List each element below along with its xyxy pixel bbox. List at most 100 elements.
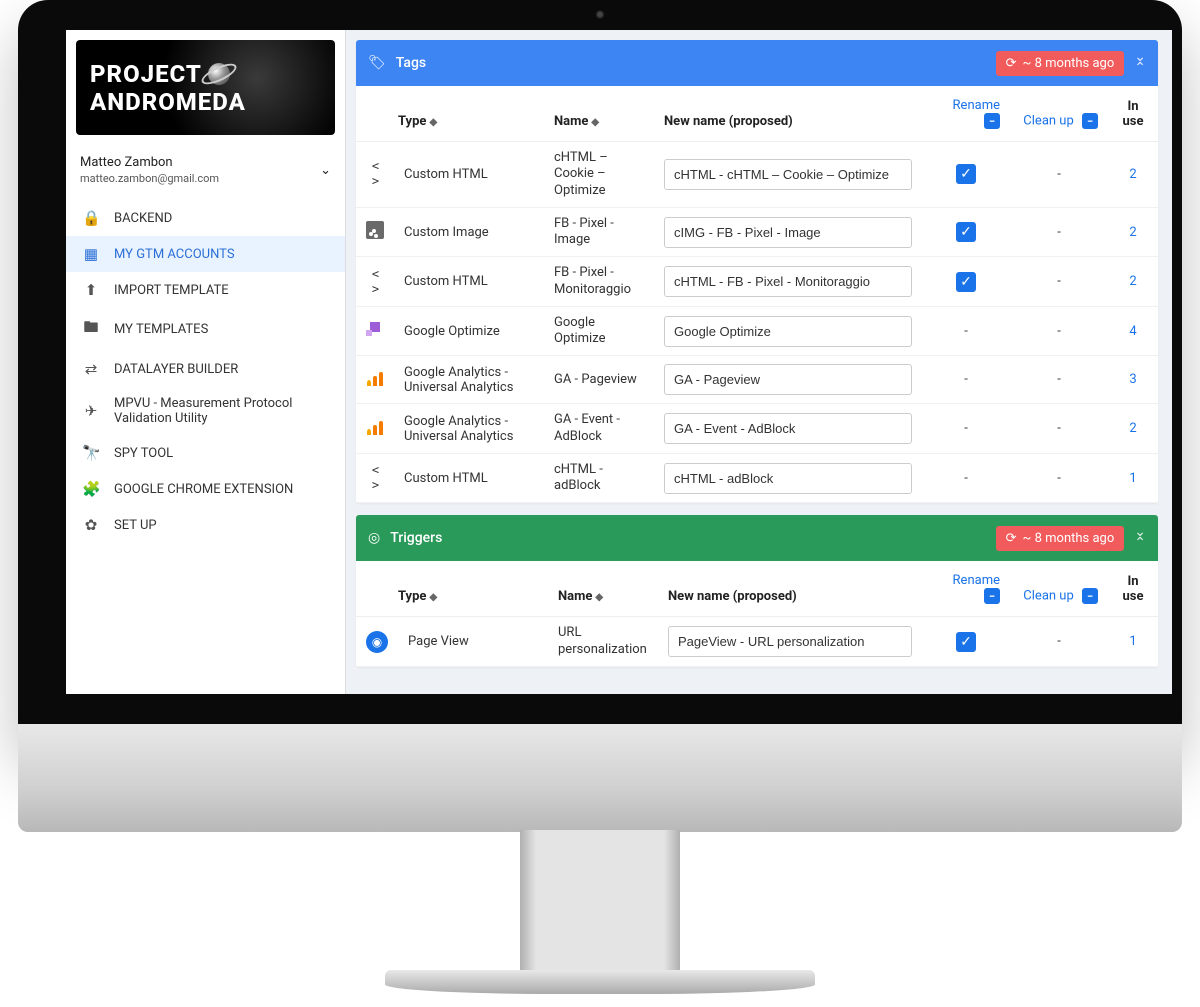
th-rename[interactable]: Rename − <box>922 86 1010 142</box>
th-name[interactable]: Name◆ <box>544 86 654 142</box>
row-inuse: 2 <box>1108 404 1158 454</box>
gear-icon: ✿ <box>82 516 100 534</box>
th-cleanup[interactable]: Clean up − <box>1010 561 1108 617</box>
monitor-frame: PROJECT ANDROMEDA Matteo Zambon matteo.z… <box>0 0 1200 1007</box>
row-icon-cell <box>356 257 394 307</box>
sidebar-item-label: BACKEND <box>114 211 329 226</box>
row-newname-cell <box>654 257 922 307</box>
tag-icon: 🏷 <box>368 55 386 71</box>
row-icon-cell <box>356 453 394 503</box>
sidebar-item-folder[interactable]: 🖿MY TEMPLATES <box>66 308 345 351</box>
newname-input[interactable] <box>664 266 912 297</box>
sidebar-item-grid[interactable]: ▦MY GTM ACCOUNTS <box>66 236 345 272</box>
sidebar-item-binoculars[interactable]: 🔭SPY TOOL <box>66 435 345 471</box>
newname-input[interactable] <box>664 463 912 494</box>
newname-input[interactable] <box>664 364 912 395</box>
row-cleanup: - <box>1010 207 1108 257</box>
row-type: Google Analytics - Universal Analytics <box>394 404 544 454</box>
row-icon-cell: ◉ <box>356 617 398 667</box>
th-name[interactable]: Name◆ <box>548 561 658 617</box>
cleanup-all-checkbox[interactable]: − <box>1082 588 1098 604</box>
row-name: URL personalization <box>548 617 658 667</box>
refresh-icon: ⟳ <box>1006 56 1017 71</box>
row-type: Google Analytics - Universal Analytics <box>394 356 544 404</box>
th-newname: New name (proposed) <box>654 86 922 142</box>
lock-icon: 🔒 <box>82 209 100 227</box>
row-newname-cell <box>654 142 922 208</box>
tags-table: Type◆ Name◆ New name (proposed) <box>356 86 1158 503</box>
row-icon-cell <box>356 356 394 404</box>
inuse-link[interactable]: 1 <box>1129 471 1136 486</box>
row-rename[interactable]: - <box>922 306 1010 356</box>
inuse-link[interactable]: 4 <box>1129 324 1136 339</box>
sidebar-item-label: IMPORT TEMPLATE <box>114 283 329 298</box>
sidebar-item-lock[interactable]: 🔒 BACKEND <box>66 200 345 236</box>
row-inuse: 4 <box>1108 306 1158 356</box>
tags-panel: 🏷 Tags ⟳ ~ 8 months ago ⌄⌃ <box>356 40 1158 503</box>
inuse-link[interactable]: 3 <box>1129 372 1136 387</box>
rename-checkbox[interactable]: ✓ <box>956 164 976 184</box>
triggers-refresh-badge[interactable]: ⟳ ~ 8 months ago <box>996 526 1125 551</box>
row-icon-cell <box>356 306 394 356</box>
newname-input[interactable] <box>664 316 912 347</box>
th-cleanup[interactable]: Clean up − <box>1010 86 1108 142</box>
sidebar-item-send[interactable]: ✈MPVU - Measurement Protocol Validation … <box>66 387 345 435</box>
th-type[interactable]: Type◆ <box>356 561 548 617</box>
inuse-link[interactable]: 2 <box>1129 167 1136 182</box>
inuse-link[interactable]: 2 <box>1129 421 1136 436</box>
row-rename[interactable]: - <box>922 404 1010 454</box>
user-menu[interactable]: Matteo Zambon matteo.zambon@gmail.com ⌄ <box>66 145 345 196</box>
triggers-refresh-label: ~ 8 months ago <box>1023 531 1115 546</box>
row-cleanup: - <box>1010 356 1108 404</box>
sidebar-item-upload[interactable]: ⬆IMPORT TEMPLATE <box>66 272 345 308</box>
row-inuse: 2 <box>1108 142 1158 208</box>
rename-all-checkbox[interactable]: − <box>984 588 1000 604</box>
triggers-collapse-toggle[interactable]: ⌄⌃ <box>1134 527 1146 549</box>
tags-refresh-label: ~ 8 months ago <box>1023 56 1115 71</box>
sidebar-item-puzzle[interactable]: 🧩GOOGLE CHROME EXTENSION <box>66 471 345 507</box>
row-rename[interactable]: - <box>922 356 1010 404</box>
row-rename[interactable]: ✓ <box>922 207 1010 257</box>
sidebar-item-transfer[interactable]: ⇄DATALAYER BUILDER <box>66 351 345 387</box>
sidebar-item-gear[interactable]: ✿SET UP <box>66 507 345 543</box>
sidebar: PROJECT ANDROMEDA Matteo Zambon matteo.z… <box>66 30 346 694</box>
row-rename[interactable]: ✓ <box>922 142 1010 208</box>
row-name: GA - Event - AdBlock <box>544 404 654 454</box>
table-row: Custom HTMLcHTML – Cookie – Optimize✓-2 <box>356 142 1158 208</box>
th-newname: New name (proposed) <box>658 561 922 617</box>
tags-collapse-toggle[interactable]: ⌄⌃ <box>1134 52 1146 74</box>
th-rename[interactable]: Rename − <box>922 561 1010 617</box>
inuse-link[interactable]: 2 <box>1129 274 1136 289</box>
newname-input[interactable] <box>664 413 912 444</box>
row-newname-cell <box>654 453 922 503</box>
row-rename[interactable]: ✓ <box>922 617 1010 667</box>
puzzle-icon: 🧩 <box>82 480 100 498</box>
row-newname-cell <box>654 356 922 404</box>
inuse-link[interactable]: 2 <box>1129 225 1136 240</box>
row-name: Google Optimize <box>544 306 654 356</box>
grid-icon: ▦ <box>82 245 100 263</box>
table-row: Google Analytics - Universal AnalyticsGA… <box>356 356 1158 404</box>
app-root: PROJECT ANDROMEDA Matteo Zambon matteo.z… <box>66 30 1172 694</box>
inuse-link[interactable]: 1 <box>1129 634 1136 649</box>
row-icon-cell <box>356 404 394 454</box>
newname-input[interactable] <box>664 159 912 190</box>
analytics-icon <box>367 370 383 386</box>
row-rename[interactable]: ✓ <box>922 257 1010 307</box>
tags-refresh-badge[interactable]: ⟳ ~ 8 months ago <box>996 51 1125 76</box>
table-row: Google OptimizeGoogle Optimize--4 <box>356 306 1158 356</box>
cleanup-all-checkbox[interactable]: − <box>1082 113 1098 129</box>
planet-icon <box>208 63 230 85</box>
rename-checkbox[interactable]: ✓ <box>956 632 976 652</box>
user-name: Matteo Zambon <box>80 155 219 172</box>
rename-all-checkbox[interactable]: − <box>984 113 1000 129</box>
rename-checkbox[interactable]: ✓ <box>956 272 976 292</box>
row-newname-cell <box>654 306 922 356</box>
main-content: 🏷 Tags ⟳ ~ 8 months ago ⌄⌃ <box>346 30 1172 694</box>
th-inuse: In use <box>1108 86 1158 142</box>
newname-input[interactable] <box>668 626 912 657</box>
th-type[interactable]: Type◆ <box>356 86 544 142</box>
newname-input[interactable] <box>664 217 912 248</box>
row-rename[interactable]: - <box>922 453 1010 503</box>
rename-checkbox[interactable]: ✓ <box>956 222 976 242</box>
